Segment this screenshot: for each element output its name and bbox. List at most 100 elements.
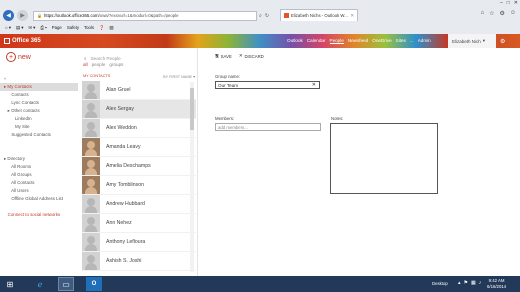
suite-nav-admin[interactable]: Admin xyxy=(418,38,431,44)
filter-groups[interactable]: groups xyxy=(109,62,123,67)
folder-item[interactable]: My Site xyxy=(0,123,78,131)
notes-textarea[interactable] xyxy=(330,123,438,194)
contact-row[interactable]: Andrew Hubbard xyxy=(82,195,196,214)
folder-item[interactable]: LinkedIn xyxy=(0,115,78,123)
tab-close-icon[interactable]: ✕ xyxy=(350,13,354,19)
tray-up-icon[interactable]: ▴ xyxy=(458,280,461,286)
suite-nav-newsfeed[interactable]: Newsfeed xyxy=(348,38,368,44)
avatar xyxy=(82,252,100,270)
favorites-star-icon[interactable]: ☆ xyxy=(489,10,494,17)
folder-item[interactable]: All Rooms xyxy=(0,163,78,171)
maximize-icon[interactable]: □ xyxy=(507,0,510,6)
folder-item[interactable]: Contacts xyxy=(0,91,78,99)
clock-date: 6/16/2014 xyxy=(487,283,507,289)
filter-all[interactable]: all xyxy=(83,62,88,67)
folder-item[interactable]: Connect to social networks xyxy=(0,211,78,219)
folder-item[interactable]: « xyxy=(0,75,78,83)
flag-icon[interactable]: ⚑ xyxy=(464,280,468,286)
contact-name: Ann Nehez xyxy=(106,220,132,226)
scrollbar-thumb[interactable] xyxy=(190,88,194,130)
contact-row[interactable]: Ann Nehez xyxy=(82,214,196,233)
suite-nav-sites[interactable]: Sites xyxy=(396,38,406,44)
discard-icon: ✕ xyxy=(238,53,243,58)
desktop-label[interactable]: Desktop xyxy=(432,281,448,286)
search-input[interactable]: Search People xyxy=(91,56,121,61)
contact-name: Amelia Deschamps xyxy=(106,163,151,169)
save-label: SAVE xyxy=(220,53,232,59)
suite-nav-onedrive[interactable]: OneDrive xyxy=(372,38,391,44)
folder-item[interactable]: ▸ Directory xyxy=(0,155,78,163)
contact-name: Alan Gruel xyxy=(106,87,131,93)
address-bar[interactable]: 🔒 https://outlook.office365.com /owa/?ex… xyxy=(33,10,257,21)
contact-row[interactable]: Amy Tomblinson xyxy=(82,176,196,195)
search-box[interactable]: ⌕ Search People xyxy=(84,54,192,62)
suite-nav-outlook[interactable]: Outlook xyxy=(287,38,303,44)
minimize-icon[interactable]: – xyxy=(500,0,503,6)
help-icon[interactable]: ❓ xyxy=(99,25,104,31)
suite-nav: Outlook Calendar People Newsfeed OneDriv… xyxy=(287,38,431,44)
settings-gear-icon[interactable]: ⚙ xyxy=(499,10,504,17)
smiley-icon[interactable]: ☺ xyxy=(510,10,516,17)
menu-tools[interactable]: Tools xyxy=(84,25,94,30)
brand-label: Office 365 xyxy=(12,38,41,44)
new-label: new xyxy=(18,53,31,61)
refresh-icon[interactable]: ↻ xyxy=(265,13,269,19)
user-menu[interactable]: Elizabeth Nich ▾ xyxy=(448,34,496,48)
clock[interactable]: 9:42 AM 6/16/2014 xyxy=(487,278,506,289)
suite-nav-more[interactable]: ... xyxy=(410,38,414,44)
windows-start-icon[interactable]: ⊞ xyxy=(2,277,18,291)
outlook-icon[interactable]: O xyxy=(86,277,102,291)
folder-item[interactable]: ▸ My Contacts xyxy=(0,83,78,91)
group-name-field[interactable]: Our Team ✕ xyxy=(215,81,320,89)
network-icon[interactable]: ▦ xyxy=(471,280,476,286)
home-icon[interactable]: ⌂ xyxy=(480,10,484,17)
contact-row[interactable]: Alex Sergay xyxy=(82,100,196,119)
avatar xyxy=(82,214,100,232)
discard-button[interactable]: ✕ DISCARD xyxy=(239,52,264,60)
home-cmd-icon[interactable]: ⌂ ▾ xyxy=(5,25,11,31)
suite-nav-calendar[interactable]: Calendar xyxy=(307,38,326,44)
contact-row[interactable]: Amanda Leavy xyxy=(82,138,196,157)
contact-row[interactable]: Amelia Deschamps xyxy=(82,157,196,176)
addon-icon[interactable]: ▨ xyxy=(109,25,113,31)
filter-people[interactable]: people xyxy=(92,62,106,67)
contact-row[interactable]: Alex Weddon xyxy=(82,119,196,138)
internet-explorer-icon[interactable]: ℯ xyxy=(32,277,48,291)
save-button[interactable]: 🖫 SAVE xyxy=(215,52,232,60)
folder-item[interactable]: All Contacts xyxy=(0,179,78,187)
close-icon[interactable]: ✕ xyxy=(514,0,518,6)
folder-item[interactable]: All Groups xyxy=(0,171,78,179)
suite-nav-people[interactable]: People xyxy=(329,38,344,44)
menu-safety[interactable]: Safety xyxy=(67,25,79,30)
feeds-icon[interactable]: ▤ ▾ xyxy=(16,25,23,31)
sort-dropdown[interactable]: BY FIRST NAME ▾ xyxy=(163,74,195,79)
contact-row[interactable]: Anthony Lefloura xyxy=(82,233,196,252)
folder-item[interactable]: Lync Contacts xyxy=(0,99,78,107)
avatar xyxy=(82,81,100,99)
volume-icon[interactable]: ♪ xyxy=(479,280,482,286)
avatar xyxy=(82,195,100,213)
notes-label: Notes: xyxy=(331,116,344,121)
file-explorer-icon[interactable]: ▭ xyxy=(58,277,74,291)
contact-row[interactable]: Ashish S. Joshi xyxy=(82,252,196,271)
contact-name: Ashish S. Joshi xyxy=(106,258,142,264)
gear-icon[interactable]: ⚙ xyxy=(500,38,505,45)
back-button[interactable]: ◀ xyxy=(3,10,14,21)
menu-page[interactable]: Page xyxy=(52,25,62,30)
print-icon[interactable]: ⎙ ▾ xyxy=(40,25,46,30)
list-scrollbar[interactable] xyxy=(190,82,194,272)
contact-name: Alex Sergay xyxy=(106,106,134,112)
mail-icon[interactable]: ✉ ▾ xyxy=(28,25,35,31)
new-button[interactable]: + new xyxy=(6,52,31,62)
folder-item[interactable]: Suggested Contacts xyxy=(0,131,78,139)
members-input[interactable]: add members... xyxy=(215,123,321,131)
clear-icon[interactable]: ✕ xyxy=(312,82,316,88)
contact-row[interactable]: Alan Gruel xyxy=(82,81,196,100)
folder-item[interactable]: All Users xyxy=(0,187,78,195)
search-icon[interactable]: ⌕ xyxy=(259,13,262,19)
o365-logo[interactable]: Office 365 xyxy=(4,38,41,44)
browser-tab[interactable]: Elizabeth Nichs - Outlook W... ✕ xyxy=(280,9,358,21)
folder-item[interactable]: ▸ Other contacts xyxy=(0,107,78,115)
forward-button[interactable]: ▶ xyxy=(17,10,28,21)
folder-item[interactable]: Offline Global Address List xyxy=(0,195,78,203)
